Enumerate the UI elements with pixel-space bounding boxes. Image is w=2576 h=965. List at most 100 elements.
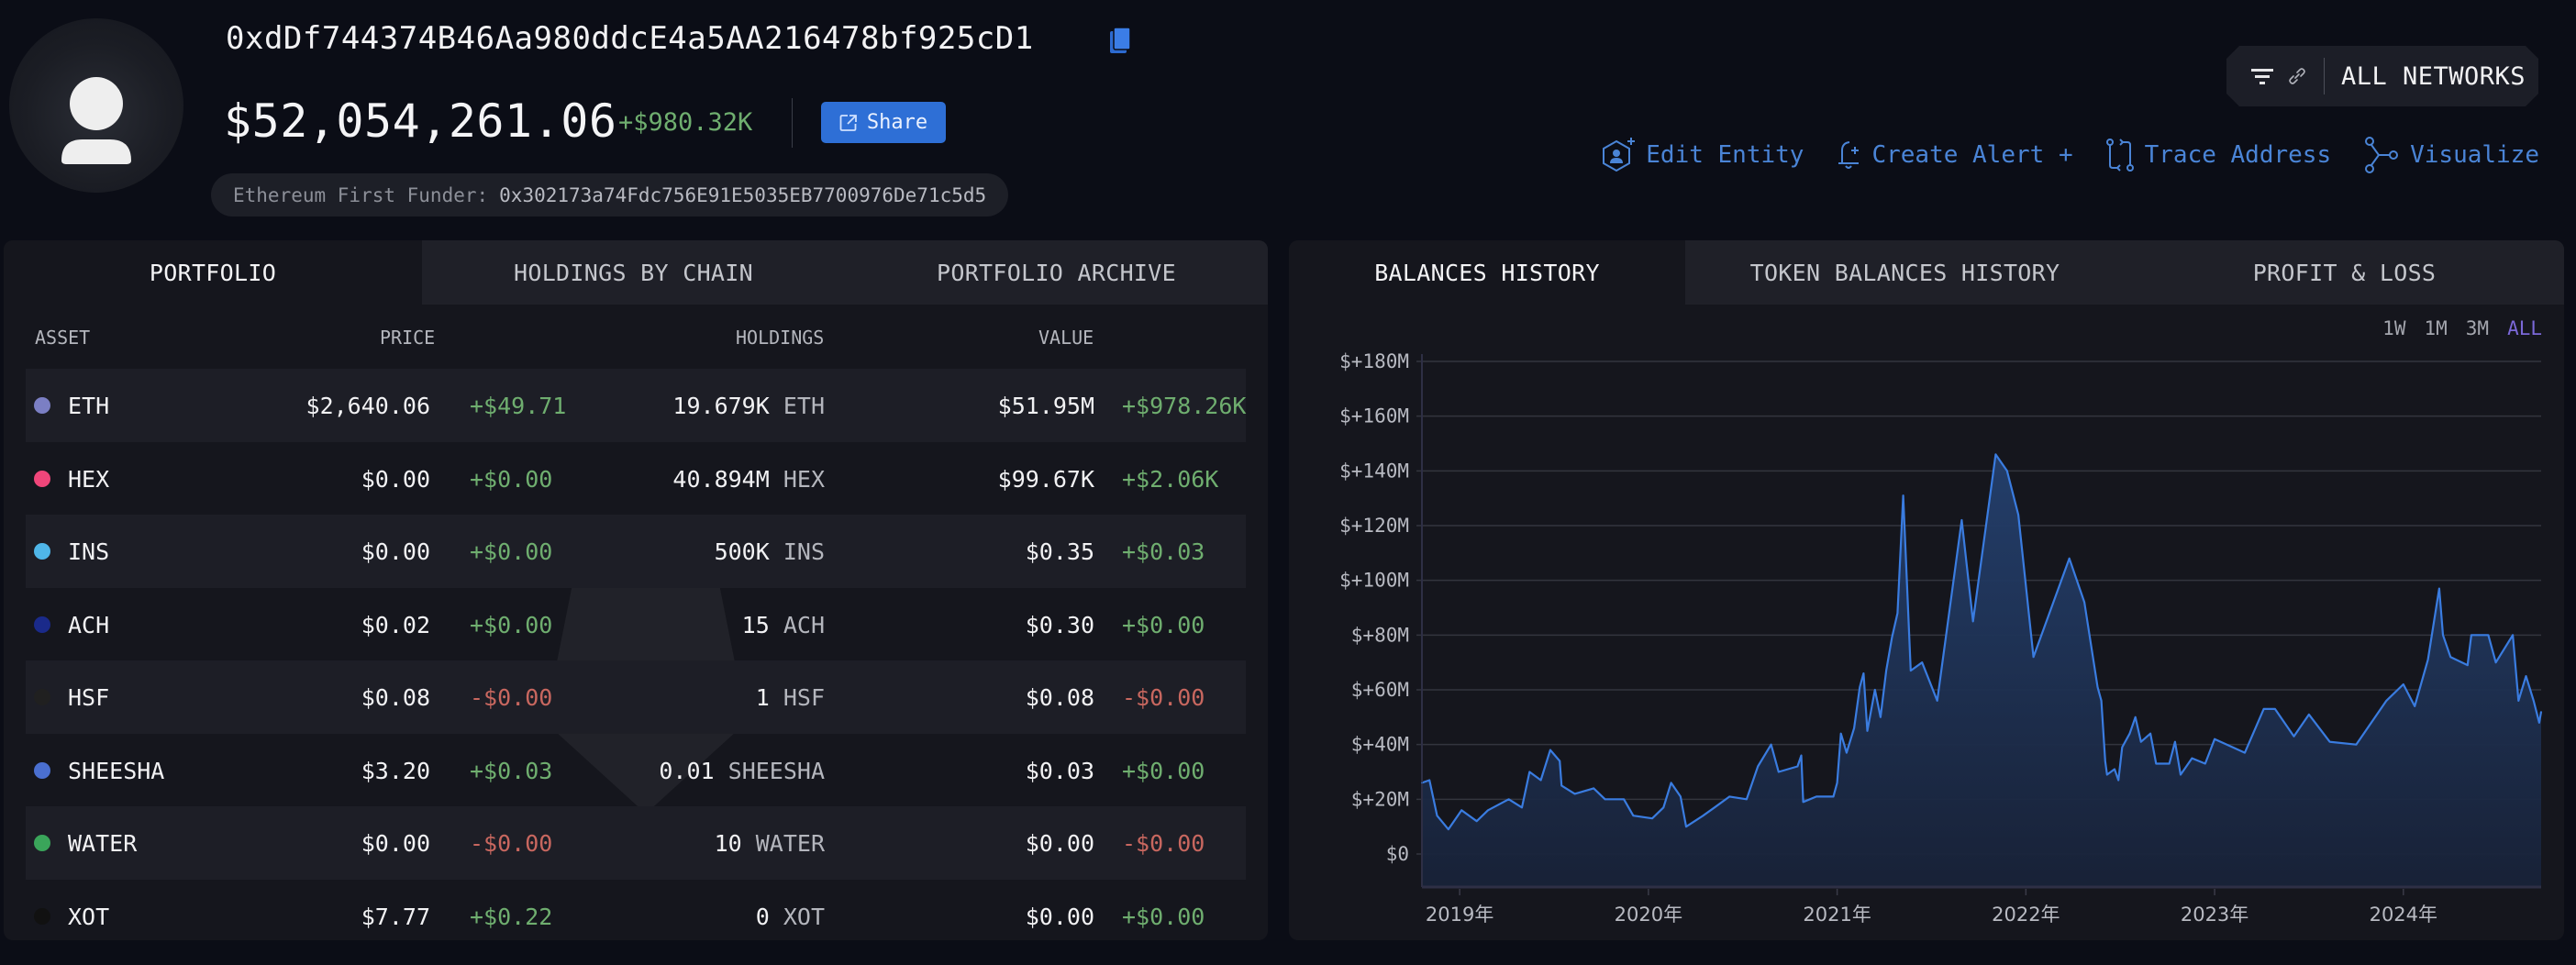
data-point xyxy=(1891,637,1893,639)
y-tick-label: $+40M xyxy=(1351,734,1409,756)
table-row-hex[interactable]: HEX $0.00 +$0.00 40.894M HEX $99.67K +$2… xyxy=(26,442,1246,516)
asset-holdings: 0 XOT xyxy=(756,904,825,930)
table-row-ach[interactable]: ACH $0.02 +$0.00 15 ACH $0.30 +$0.00 xyxy=(26,588,1246,661)
data-point xyxy=(1846,751,1848,754)
table-row-sheesha[interactable]: SHEESHA $3.20 +$0.03 0.01 SHEESHA $0.03 … xyxy=(26,734,1246,807)
table-row-xot[interactable]: XOT $7.77 +$0.22 0 XOT $0.00 +$0.00 xyxy=(26,880,1246,941)
filter-divider xyxy=(2324,58,2325,94)
data-point xyxy=(1896,612,1899,615)
data-point xyxy=(1910,670,1912,671)
balances-history-chart[interactable]: $0 $+20M $+40M $+60M $+80M $+100M $+120M $+140M… xyxy=(1289,240,2564,940)
data-point xyxy=(1853,727,1855,729)
copy-icon[interactable] xyxy=(1108,26,1132,57)
data-point xyxy=(1685,826,1687,827)
ach-token-icon xyxy=(34,616,50,633)
y-tick-label: $+140M xyxy=(1339,460,1409,482)
price-change: +$0.22 xyxy=(470,903,553,930)
data-point xyxy=(1832,795,1835,798)
first-funder-address[interactable]: 0x302173a74Fdc756E91E5035EB7700976De71c5… xyxy=(499,184,986,206)
data-point xyxy=(1475,820,1478,822)
visualize-button[interactable]: Visualize xyxy=(2362,136,2539,174)
table-row-eth[interactable]: ETH $2,640.06 +$49.71 19.679K ETH $51.95… xyxy=(26,369,1246,442)
data-point xyxy=(2525,675,2527,677)
data-point xyxy=(1960,519,1963,521)
trace-address-button[interactable]: Trace Address xyxy=(2104,138,2332,172)
ins-token-icon xyxy=(34,543,50,560)
tab-holdings-by-chain[interactable]: HOLDINGS BY CHAIN xyxy=(422,240,845,305)
table-row-hsf[interactable]: HSF $0.08 -$0.00 1 HSF $0.08 -$0.00 xyxy=(26,660,1246,734)
water-token-icon xyxy=(34,835,50,851)
tab-portfolio-archive[interactable]: PORTFOLIO ARCHIVE xyxy=(845,240,1268,305)
table-header: ASSET PRICE HOLDINGS VALUE xyxy=(4,305,1268,369)
portfolio-panel: PORTFOLIO HOLDINGS BY CHAIN PORTFOLIO AR… xyxy=(4,240,1268,940)
holdings-unit: HSF xyxy=(783,684,825,711)
bell-icon xyxy=(1838,141,1860,169)
data-point xyxy=(1885,670,1887,671)
network-filter-label: ALL NETWORKS xyxy=(2341,61,2526,91)
table-row-water[interactable]: WATER $0.00 -$0.00 10 WATER $0.00 -$0.00 xyxy=(26,806,1246,880)
y-tick-label: $+100M xyxy=(1339,570,1409,592)
data-point xyxy=(2204,762,2206,765)
asset-symbol: ETH xyxy=(68,393,110,419)
data-point xyxy=(2117,779,2119,782)
data-point xyxy=(1521,806,1523,809)
data-point xyxy=(2533,700,2535,702)
asset-value: $51.95M xyxy=(997,393,1094,419)
data-point xyxy=(1936,700,1938,702)
edit-entity-label: Edit Entity xyxy=(1646,141,1804,169)
asset-holdings: 500K INS xyxy=(715,538,825,565)
edit-entity-button[interactable]: Edit Entity xyxy=(1600,136,1804,174)
data-point xyxy=(1902,494,1904,496)
data-point xyxy=(1507,798,1510,801)
create-alert-button[interactable]: Create Alert + xyxy=(1835,138,2073,172)
edit-entity-icon xyxy=(1603,138,1636,172)
data-point xyxy=(1670,782,1672,784)
data-point xyxy=(2096,686,2099,688)
asset-value: $99.67K xyxy=(997,465,1094,493)
data-point xyxy=(2128,732,2131,735)
network-filter[interactable]: ALL NETWORKS xyxy=(2226,46,2538,106)
filter-icon xyxy=(2250,66,2274,86)
asset-symbol: SHEESHA xyxy=(68,757,165,784)
hsf-token-icon xyxy=(34,689,50,705)
value-change: +$0.00 xyxy=(1122,757,1205,784)
eth-token-icon xyxy=(34,397,50,414)
data-point xyxy=(1921,661,1923,663)
asset-price: $0.00 xyxy=(361,538,430,565)
price-change: +$0.00 xyxy=(470,465,553,493)
data-point xyxy=(1728,795,1731,798)
first-funder-badge[interactable]: Ethereum First Funder: 0x302173a74Fdc756… xyxy=(211,173,1009,216)
holdings-unit: WATER xyxy=(755,830,825,857)
data-point xyxy=(1632,815,1635,816)
data-point xyxy=(2438,587,2440,590)
data-point xyxy=(1757,765,1759,768)
asset-price: $0.08 xyxy=(361,684,430,711)
data-point xyxy=(2293,735,2295,738)
holdings-unit: ACH xyxy=(783,611,825,638)
price-change: +$49.71 xyxy=(470,393,567,419)
holdings-unit: XOT xyxy=(783,903,825,930)
col-value[interactable]: VALUE xyxy=(1038,327,1094,349)
data-point xyxy=(2355,743,2358,746)
x-tick-label: 2024年 xyxy=(2370,904,2437,926)
col-asset[interactable]: ASSET xyxy=(35,327,90,349)
data-point xyxy=(2262,708,2265,710)
data-point xyxy=(2140,740,2142,743)
holdings-amount: 500K xyxy=(714,538,770,565)
data-point xyxy=(2006,470,2008,472)
data-point xyxy=(2328,740,2331,743)
holdings-amount: 10 xyxy=(714,830,742,857)
col-price[interactable]: PRICE xyxy=(380,327,435,349)
data-point xyxy=(2471,634,2472,637)
data-point xyxy=(1428,779,1430,782)
trace-address-label: Trace Address xyxy=(2144,141,2332,169)
share-button[interactable]: Share xyxy=(821,102,946,143)
tab-portfolio[interactable]: PORTFOLIO xyxy=(4,240,422,305)
data-point xyxy=(2244,751,2246,754)
data-point xyxy=(1651,817,1653,819)
table-row-ins[interactable]: INS $0.00 +$0.00 500K INS $0.35 +$0.03 xyxy=(26,515,1246,588)
col-holdings[interactable]: HOLDINGS xyxy=(736,327,824,349)
holdings-unit: SHEESHA xyxy=(727,757,825,784)
data-point xyxy=(1714,806,1715,809)
xot-token-icon xyxy=(34,907,50,925)
